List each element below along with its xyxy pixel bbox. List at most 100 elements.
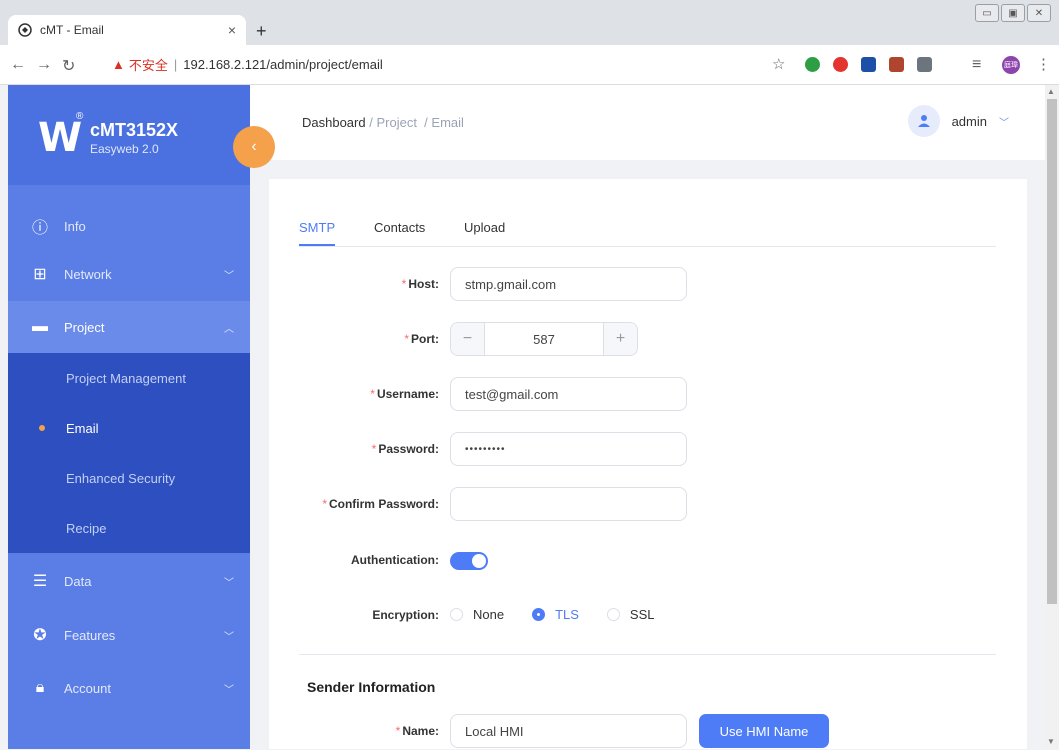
evernote-extension-icon[interactable] [805, 57, 820, 72]
scroll-thumb[interactable] [1047, 99, 1057, 604]
sidebar-item-project[interactable]: ▬ Project ︿ [8, 301, 250, 353]
close-window-button[interactable]: ✕ [1027, 4, 1051, 22]
confirm-password-input[interactable] [450, 487, 687, 521]
encryption-row: Encryption: None TLS SSL [269, 598, 1027, 634]
url-field[interactable]: ▲ 不安全 | 192.168.2.121/admin/project/emai… [112, 55, 383, 74]
sidebar-item-info[interactable]: ⓘ Info [8, 200, 250, 252]
sidebar-item-label: Account [64, 680, 111, 696]
forward-icon[interactable]: → [36, 56, 52, 74]
subitem-label: Project Management [66, 370, 186, 386]
sidebar-subitem-recipe[interactable]: Recipe [8, 503, 250, 553]
authentication-toggle[interactable] [450, 552, 488, 570]
globe-icon [18, 23, 32, 37]
encryption-label: Encryption: [372, 608, 439, 622]
top-header: Dashboard / Project / Email admin ﹀ [250, 85, 1045, 160]
port-input[interactable]: 587 [485, 323, 603, 355]
tab-bar: SMTP Contacts Upload [299, 219, 996, 247]
folder-icon: ▬ [32, 318, 48, 335]
breadcrumb-project[interactable]: Project [376, 115, 416, 130]
sidebar: W ® cMT3152X Easyweb 2.0 ⓘ Info ⊞ Networ… [8, 85, 250, 749]
username-label: admin [951, 113, 987, 129]
sidebar-item-data[interactable]: ☰ Data ﹀ [8, 555, 250, 607]
new-tab-button[interactable]: + [256, 21, 267, 42]
sidebar-item-label: Project [64, 319, 105, 335]
port-stepper: − 587 + [450, 322, 638, 356]
chevron-down-icon: ﹀ [999, 117, 1009, 129]
radio-circle [532, 608, 546, 621]
trello-extension-icon[interactable] [861, 57, 876, 72]
encryption-radio-group: None TLS SSL [450, 607, 683, 622]
browser-menu-icon[interactable]: ⋮ [1036, 55, 1051, 73]
chevron-down-icon: ﹀ [224, 684, 234, 696]
user-menu[interactable]: admin ﹀ [907, 105, 1009, 137]
brand-subtitle: Easyweb 2.0 [90, 142, 159, 156]
star-circle-icon: ✪ [33, 627, 47, 644]
breadcrumb-dashboard[interactable]: Dashboard [302, 115, 366, 130]
confirm-password-label: * Confirm Password: [322, 497, 439, 511]
sidebar-item-label: Info [64, 218, 86, 234]
chevron-down-icon: ﹀ [224, 270, 234, 282]
port-label: * Port: [404, 332, 439, 346]
reading-list-icon[interactable]: ≡ [972, 56, 981, 74]
maximize-button[interactable]: ▣ [1001, 4, 1025, 22]
active-dot-icon [39, 425, 45, 431]
collapse-sidebar-button[interactable]: ‹ [233, 126, 275, 168]
url-text: 192.168.2.121/admin/project/email [183, 57, 383, 72]
chevron-down-icon: ﹀ [224, 577, 234, 589]
info-icon: ⓘ [31, 220, 48, 237]
insecure-label: 不安全 [128, 58, 168, 73]
sidebar-subitem-project-management[interactable]: Project Management [8, 353, 250, 403]
sidebar-item-network[interactable]: ⊞ Network ﹀ [8, 248, 250, 300]
tab-smtp[interactable]: SMTP [299, 220, 336, 246]
pdf-extension-icon[interactable] [889, 57, 904, 72]
minimize-button[interactable]: ▭ [975, 4, 999, 22]
subitem-label: Enhanced Security [66, 470, 176, 486]
sender-name-input[interactable]: Local HMI [450, 714, 687, 748]
content-card: SMTP Contacts Upload * Host: stmp.gmail.c… [269, 179, 1027, 749]
lock-icon: 🔒︎ [35, 679, 45, 696]
radio-none[interactable]: None [450, 607, 504, 622]
database-icon: ☰ [32, 573, 48, 590]
brand-logo: W ® cMT3152X Easyweb 2.0 [8, 85, 250, 185]
opera-extension-icon[interactable] [833, 57, 848, 72]
brand-title: cMT3152X [90, 120, 179, 140]
sidebar-item-label: Data [64, 573, 92, 589]
sidebar-subitem-email[interactable]: Email [8, 403, 250, 453]
increment-button[interactable]: + [603, 323, 637, 355]
password-input[interactable]: ••••••••• [450, 432, 687, 466]
profile-avatar[interactable]: 庭瑋 [1002, 56, 1020, 74]
decrement-button[interactable]: − [451, 323, 485, 355]
chat-extension-icon[interactable] [917, 57, 932, 72]
confirm-password-row: * Confirm Password: [269, 487, 1027, 523]
page-scrollbar[interactable]: ▲ ▼ [1045, 85, 1059, 749]
username-input[interactable]: test@gmail.com [450, 377, 687, 411]
radio-circle [606, 608, 620, 621]
network-icon: ⊞ [33, 266, 47, 283]
host-row: * Host: stmp.gmail.com [269, 267, 1027, 303]
browser-tabbar: cMT - Email × + ▭ ▣ ✕ [0, 0, 1059, 45]
radio-circle [450, 608, 463, 621]
host-input[interactable]: stmp.gmail.com [450, 267, 687, 301]
username-row: * Username: test@gmail.com [269, 377, 1027, 413]
tab-contacts[interactable]: Contacts [374, 220, 425, 244]
browser-tab[interactable]: cMT - Email × [8, 15, 246, 45]
use-hmi-name-button[interactable]: Use HMI Name [699, 714, 829, 748]
sidebar-item-features[interactable]: ✪ Features ﹀ [8, 609, 250, 661]
window-controls: ▭ ▣ ✕ [975, 4, 1051, 22]
radio-ssl[interactable]: SSL [606, 607, 655, 622]
tab-upload[interactable]: Upload [464, 220, 505, 244]
section-divider [299, 654, 996, 655]
reload-icon[interactable]: ↻ [62, 56, 75, 76]
sidebar-item-account[interactable]: 🔒︎ Account ﹀ [8, 662, 250, 714]
scroll-down-icon[interactable]: ▼ [1047, 737, 1055, 746]
host-label: * Host: [401, 277, 439, 291]
back-icon[interactable]: ← [10, 56, 26, 74]
subitem-label: Recipe [66, 520, 107, 536]
breadcrumb: Dashboard / Project / Email [302, 115, 464, 130]
chevron-down-icon: ﹀ [224, 631, 234, 643]
scroll-up-icon[interactable]: ▲ [1047, 87, 1055, 96]
sidebar-subitem-enhanced-security[interactable]: Enhanced Security [8, 453, 250, 503]
tab-close-button[interactable]: × [228, 22, 236, 38]
bookmark-star-icon[interactable]: ☆ [772, 55, 785, 73]
radio-tls[interactable]: TLS [532, 607, 579, 622]
